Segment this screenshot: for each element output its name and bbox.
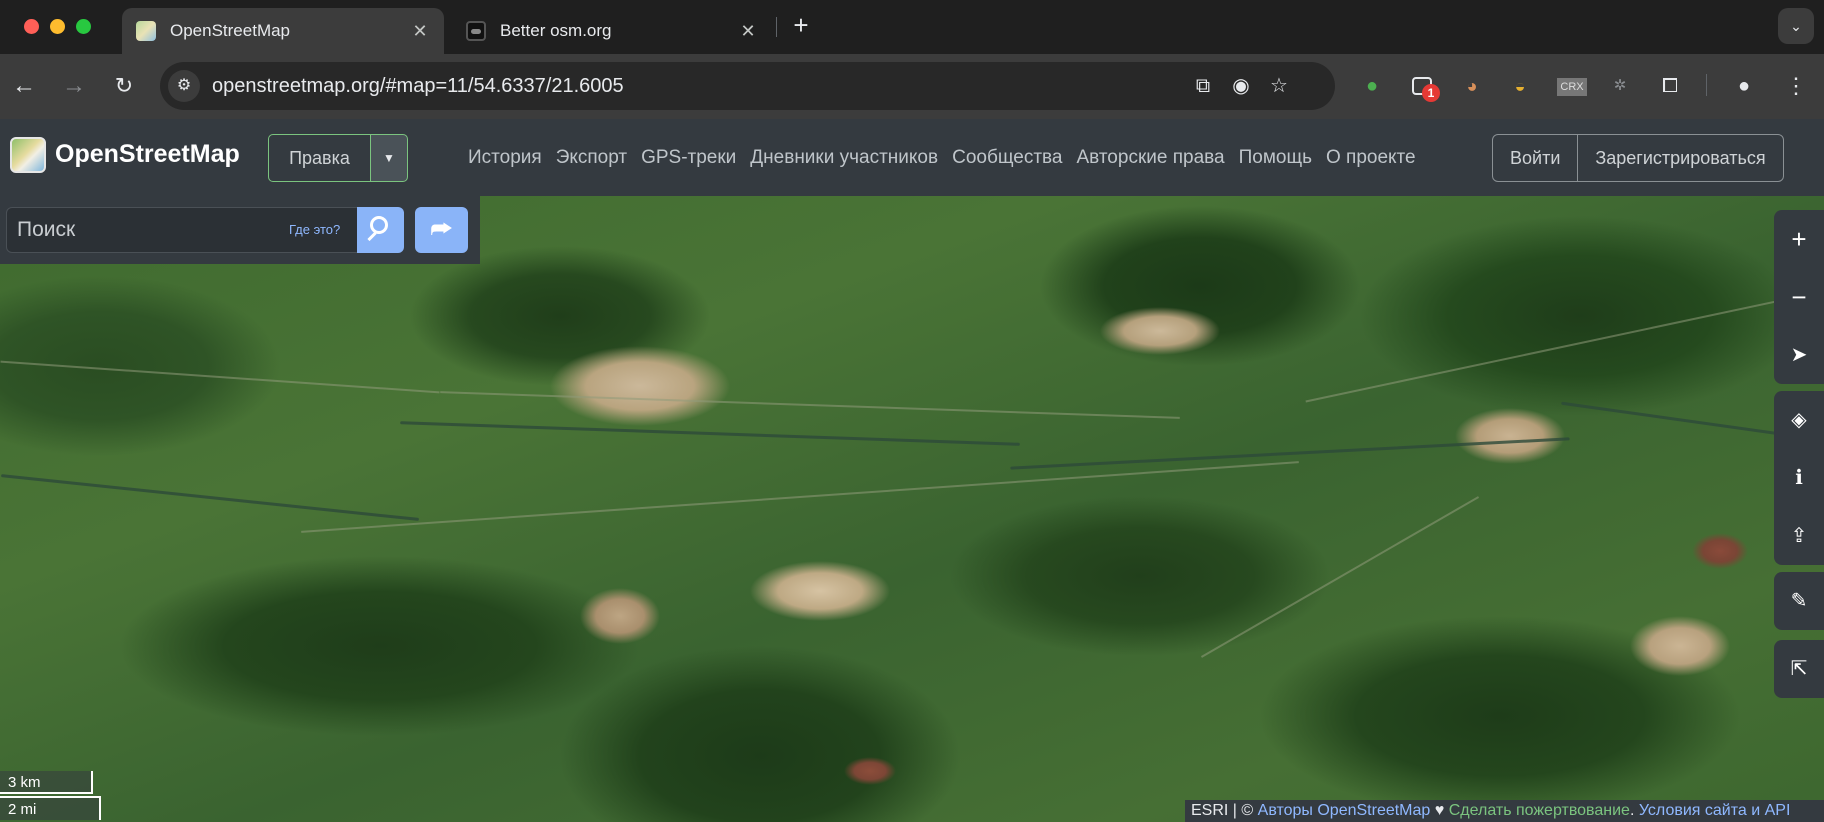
zoom-controls: + − ➤ bbox=[1774, 210, 1824, 384]
url-text[interactable]: openstreetmap.org/#map=11/54.6337/21.600… bbox=[212, 62, 624, 110]
auth-buttons: Войти Зарегистрироваться bbox=[1492, 134, 1784, 182]
river bbox=[0, 474, 420, 521]
window-minimize-button[interactable] bbox=[50, 19, 65, 34]
note-controls: ✎ bbox=[1774, 572, 1824, 630]
search-panel: Где это? ⮫ bbox=[0, 196, 480, 264]
signup-button[interactable]: Зарегистрироваться bbox=[1577, 135, 1782, 181]
osm-header: OpenStreetMap Правка ▼ История Экспорт G… bbox=[0, 119, 1824, 196]
satellite-map[interactable] bbox=[0, 196, 1824, 822]
better-osm-favicon-icon bbox=[466, 21, 486, 41]
reload-icon[interactable]: ↻ bbox=[106, 68, 142, 104]
open-in-app-icon[interactable]: ⧉ bbox=[1187, 70, 1219, 102]
scale-mi: 2 mi bbox=[0, 796, 101, 820]
search-button[interactable] bbox=[357, 207, 404, 253]
heart-icon: ♥ bbox=[1434, 802, 1445, 819]
close-icon[interactable]: ✕ bbox=[738, 21, 758, 42]
nav-communities[interactable]: Сообщества bbox=[952, 147, 1062, 169]
terms-link[interactable]: Условия сайта и API bbox=[1639, 802, 1791, 819]
nav-diaries[interactable]: Дневники участников bbox=[750, 147, 938, 169]
bookmark-star-icon[interactable]: ☆ bbox=[1263, 70, 1295, 102]
attribution-provider: ESRI | © bbox=[1191, 802, 1254, 819]
tab-better-osm[interactable]: Better osm.org ✕ bbox=[452, 8, 772, 54]
road bbox=[1305, 291, 1819, 403]
browser-tab-bar: OpenStreetMap ✕ Better osm.org ✕ + ⌄ bbox=[0, 0, 1824, 54]
crx-extension-icon[interactable]: CRX bbox=[1556, 70, 1588, 102]
search-input[interactable] bbox=[17, 208, 277, 252]
zoom-out-icon[interactable]: − bbox=[1774, 268, 1824, 326]
nav-export[interactable]: Экспорт bbox=[556, 147, 627, 169]
site-settings-icon[interactable]: ⚙ bbox=[168, 70, 200, 102]
osm-logo-icon[interactable] bbox=[10, 137, 46, 173]
window-close-button[interactable] bbox=[24, 19, 39, 34]
nav-history[interactable]: История bbox=[468, 147, 542, 169]
extension-badge-icon[interactable]: 1 bbox=[1406, 70, 1440, 102]
more-menu-icon[interactable]: ⋮ bbox=[1780, 70, 1812, 102]
where-is-this-link[interactable]: Где это? bbox=[289, 208, 340, 252]
nav-gps-traces[interactable]: GPS-треки bbox=[641, 147, 736, 169]
nav-copyright[interactable]: Авторские права bbox=[1076, 147, 1224, 169]
eye-icon[interactable]: ◉ bbox=[1225, 70, 1257, 102]
osm-favicon-icon bbox=[136, 21, 156, 41]
road bbox=[301, 461, 1299, 533]
osm-nav: История Экспорт GPS-треки Дневники участ… bbox=[468, 119, 1430, 196]
directions-arrow-icon: ⮫ bbox=[430, 216, 453, 243]
tab-search-button[interactable]: ⌄ bbox=[1778, 8, 1814, 44]
search-icon bbox=[370, 216, 388, 234]
window-zoom-button[interactable] bbox=[76, 19, 91, 34]
attribution-bar: ESRI | © Авторы OpenStreetMap ♥ Сделать … bbox=[1185, 800, 1824, 822]
tab-title: OpenStreetMap bbox=[170, 21, 291, 40]
raccoon-extension-icon[interactable]: ◒ bbox=[1504, 70, 1536, 102]
toolbar-separator bbox=[1706, 74, 1707, 96]
back-arrow-icon[interactable]: ← bbox=[6, 68, 42, 104]
tab-title: Better osm.org bbox=[500, 21, 612, 40]
osm-logo-text[interactable]: OpenStreetMap bbox=[55, 140, 240, 169]
share-icon[interactable]: ⇪ bbox=[1774, 507, 1824, 565]
monkey-extension-icon[interactable]: ◕ bbox=[1456, 70, 1488, 102]
road bbox=[0, 360, 440, 394]
nav-help[interactable]: Помощь bbox=[1239, 147, 1312, 169]
road bbox=[1200, 496, 1480, 658]
bug-extension-icon[interactable]: ✲ bbox=[1604, 70, 1636, 102]
tab-separator bbox=[776, 17, 777, 37]
login-button[interactable]: Войти bbox=[1493, 135, 1577, 181]
search-box: Где это? bbox=[6, 207, 358, 253]
new-tab-button[interactable]: + bbox=[786, 10, 816, 40]
river bbox=[400, 421, 1020, 446]
extensions-puzzle-icon[interactable]: ⧠ bbox=[1654, 70, 1686, 102]
query-controls: ⇱ bbox=[1774, 640, 1824, 698]
map-tool-controls: ◈ ℹ ⇪ bbox=[1774, 391, 1824, 565]
scale-km: 3 km bbox=[0, 771, 93, 794]
globe-extension-icon[interactable]: ● bbox=[1356, 70, 1388, 102]
nav-about[interactable]: О проекте bbox=[1326, 147, 1416, 169]
tab-openstreetmap[interactable]: OpenStreetMap ✕ bbox=[122, 8, 444, 54]
notification-badge: 1 bbox=[1422, 84, 1440, 102]
address-bar[interactable]: ⚙ openstreetmap.org/#map=11/54.6337/21.6… bbox=[160, 62, 1335, 110]
river bbox=[1010, 437, 1570, 470]
forward-arrow-icon[interactable]: → bbox=[56, 68, 92, 104]
edit-dropdown-caret-icon[interactable]: ▼ bbox=[370, 134, 408, 182]
browser-toolbar: ← → ↻ ⚙ openstreetmap.org/#map=11/54.633… bbox=[0, 54, 1824, 119]
add-note-icon[interactable]: ✎ bbox=[1774, 572, 1824, 630]
edit-button[interactable]: Правка bbox=[268, 134, 371, 182]
geolocate-icon[interactable]: ➤ bbox=[1774, 326, 1824, 384]
osm-authors-link[interactable]: Авторы OpenStreetMap bbox=[1258, 802, 1431, 819]
query-features-icon[interactable]: ⇱ bbox=[1774, 640, 1824, 698]
layers-icon[interactable]: ◈ bbox=[1774, 391, 1824, 449]
directions-button[interactable]: ⮫ bbox=[415, 207, 468, 253]
road bbox=[440, 391, 1180, 419]
donate-link[interactable]: Сделать пожертвование bbox=[1449, 802, 1630, 819]
zoom-in-icon[interactable]: + bbox=[1774, 210, 1824, 268]
profile-avatar-icon[interactable]: ● bbox=[1728, 70, 1760, 102]
map-key-info-icon[interactable]: ℹ bbox=[1774, 449, 1824, 507]
close-icon[interactable]: ✕ bbox=[410, 21, 430, 42]
